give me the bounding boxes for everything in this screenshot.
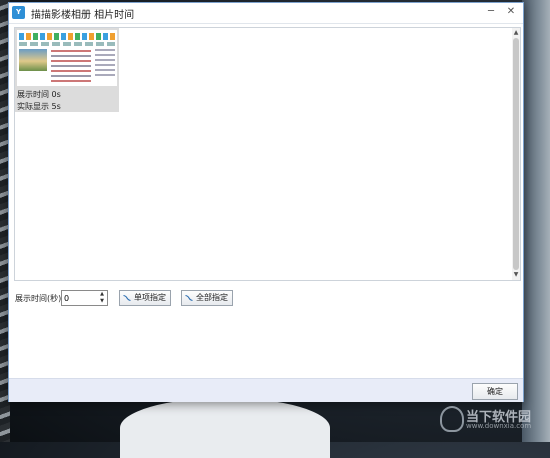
desktop-background-shape: [120, 398, 330, 458]
thumb-photo: [19, 49, 47, 71]
assign-curve-icon: [123, 294, 131, 302]
display-time-stepper[interactable]: ▲ ▼: [61, 290, 108, 306]
watermark-url: www.downxia.com: [466, 422, 532, 430]
photo-list[interactable]: 展示时间 0s 实际显示 5s ▲ ▼: [14, 27, 521, 281]
single-assign-label: 单项指定: [134, 293, 166, 302]
stepper-arrows: ▲ ▼: [97, 291, 107, 305]
all-assign-button[interactable]: 全部指定: [181, 290, 233, 306]
stepper-up-icon[interactable]: ▲: [97, 291, 107, 298]
dialog-footer: 确定: [9, 378, 523, 402]
thumb-text-row: [19, 42, 115, 46]
desktop-background-right: [522, 0, 550, 442]
display-time-input[interactable]: [62, 291, 96, 305]
app-icon: Y: [12, 6, 25, 19]
title-bar[interactable]: Y 描描影楼相册 相片时间 ─ ✕: [9, 3, 523, 24]
display-time-text: 展示时间 0s: [17, 90, 61, 99]
photo-time-dialog: Y 描描影楼相册 相片时间 ─ ✕ 展示时间 0s 实际显示 5s ▲ ▼ 展示…: [8, 2, 524, 402]
watermark: 当下软件园 www.downxia.com: [440, 404, 548, 432]
display-time-label: 展示时间(秒): [15, 294, 62, 303]
assign-curve-icon: [185, 294, 193, 302]
scroll-thumb[interactable]: [513, 38, 519, 270]
close-button[interactable]: ✕: [503, 5, 519, 19]
thumb-lines: [51, 50, 91, 82]
thumb-icon-row: [19, 33, 115, 40]
scroll-up-icon[interactable]: ▲: [512, 29, 520, 37]
all-assign-label: 全部指定: [196, 293, 228, 302]
ok-button[interactable]: 确定: [472, 383, 518, 400]
photo-thumbnail-item[interactable]: 展示时间 0s 实际显示 5s: [15, 28, 119, 112]
window-title: 描描影楼相册 相片时间: [31, 10, 135, 21]
minimize-button[interactable]: ─: [483, 5, 499, 19]
stepper-down-icon[interactable]: ▼: [97, 298, 107, 305]
actual-display-text: 实际显示 5s: [17, 102, 61, 111]
watermark-logo-icon: [440, 406, 464, 432]
single-assign-button[interactable]: 单项指定: [119, 290, 171, 306]
vertical-scrollbar[interactable]: ▲ ▼: [512, 28, 520, 280]
photo-thumbnail-image: [17, 30, 117, 86]
thumb-side: [95, 49, 115, 79]
scroll-down-icon[interactable]: ▼: [512, 271, 520, 279]
